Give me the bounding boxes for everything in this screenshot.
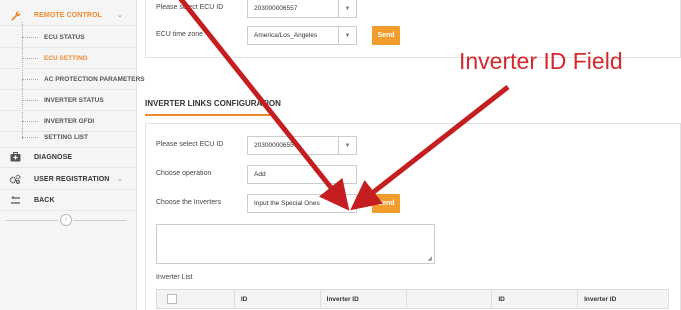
chevron-down-icon: ⌄ bbox=[117, 12, 123, 19]
time-zone-select[interactable]: America/Los_Angeles ▼ bbox=[247, 26, 357, 45]
select-ecu-label: Please select ECU ID bbox=[156, 4, 224, 11]
ecu-id-select[interactable]: 203000006557 ▼ bbox=[247, 136, 357, 155]
sidebar-item-label: INVERTER GFDI bbox=[44, 118, 95, 125]
time-zone-value: America/Los_Angeles bbox=[254, 32, 318, 39]
operation-label: Choose operation bbox=[156, 170, 212, 177]
annotation-label: Inverter ID Field bbox=[459, 48, 623, 74]
operation-value: Add bbox=[254, 171, 266, 178]
main-content: Please select ECU ID 203000006557 ▼ ECU … bbox=[137, 0, 681, 310]
sidebar-item-ecu-status[interactable]: ECU STATUS bbox=[0, 27, 136, 48]
sidebar-item-label: ECU STATUS bbox=[44, 34, 85, 41]
ecu-id-select[interactable]: 203000006557 ▼ bbox=[247, 0, 357, 18]
dropdown-arrow-icon: ▼ bbox=[338, 27, 356, 44]
ecu-id-value: 203000006557 bbox=[254, 142, 298, 149]
inverters-value: Input the Special Ones bbox=[254, 200, 320, 207]
send-button[interactable]: Send bbox=[372, 26, 400, 45]
inverter-id-textarea[interactable]: ◢ bbox=[156, 224, 435, 264]
collapse-sidebar-button[interactable]: ‹ bbox=[60, 214, 72, 226]
column-header-id: ID bbox=[233, 289, 321, 309]
sidebar-item-remote-control[interactable]: REMOTE CONTROL ⌄ bbox=[0, 5, 136, 26]
time-zone-label: ECU time zone bbox=[156, 31, 204, 38]
sidebar-item-inverter-status[interactable]: INVERTER STATUS bbox=[0, 90, 136, 111]
gears-icon bbox=[9, 173, 21, 185]
inverters-label: Choose the Inverters bbox=[156, 199, 221, 206]
dropdown-arrow-icon: ▼ bbox=[338, 0, 356, 17]
column-header-inverter-id-2: Inverter ID bbox=[577, 289, 669, 309]
inverter-links-panel: Please select ECU ID 203000006557 ▼ Choo… bbox=[145, 123, 681, 310]
inverter-list-table: ID Inverter ID ID Inverter ID bbox=[156, 289, 669, 309]
column-header-blank bbox=[405, 289, 493, 309]
select-ecu-label: Please select ECU ID bbox=[156, 141, 224, 148]
sidebar-item-label: USER REGISTRATION bbox=[34, 175, 110, 183]
medkit-icon bbox=[9, 151, 21, 163]
sidebar-item-label: SETTING LIST bbox=[44, 134, 89, 141]
send-button[interactable]: Send bbox=[372, 194, 400, 213]
section-title: INVERTER LINKS CONFIGURATION bbox=[145, 99, 281, 108]
column-header-inverter-id: Inverter ID bbox=[319, 289, 407, 309]
sidebar-item-label: ECU SETTING bbox=[44, 55, 88, 62]
resize-handle-icon[interactable]: ◢ bbox=[427, 255, 432, 262]
sidebar-item-label: REMOTE CONTROL bbox=[34, 11, 102, 19]
sidebar-item-label: AC PROTECTION PARAMETERS bbox=[44, 76, 145, 83]
back-icon bbox=[9, 194, 21, 206]
inverters-select[interactable]: Input the Special Ones bbox=[247, 194, 357, 213]
table-header-row: ID Inverter ID ID Inverter ID bbox=[156, 289, 669, 309]
operation-select[interactable]: Add bbox=[247, 165, 357, 184]
column-header-id-2: ID bbox=[491, 289, 579, 309]
chevron-down-icon: ⌄ bbox=[117, 176, 123, 183]
sidebar-item-label: INVERTER STATUS bbox=[44, 97, 104, 104]
sidebar-item-user-registration[interactable]: USER REGISTRATION ⌄ bbox=[0, 169, 136, 190]
sidebar-item-label: DIAGNOSE bbox=[34, 153, 73, 161]
select-all-checkbox[interactable] bbox=[167, 294, 177, 304]
section-title-underline bbox=[145, 114, 271, 116]
sidebar-collapse: ‹ bbox=[0, 211, 137, 231]
ecu-id-value: 203000006557 bbox=[254, 5, 298, 12]
sidebar-item-ac-protection-parameters[interactable]: AC PROTECTION PARAMETERS bbox=[0, 69, 145, 90]
sidebar-item-diagnose[interactable]: DIAGNOSE bbox=[0, 147, 136, 168]
select-all-header[interactable] bbox=[156, 289, 235, 309]
sidebar: REMOTE CONTROL ⌄ ECU STATUS ECU SETTING … bbox=[0, 0, 145, 310]
inverter-list-title: Inverter List bbox=[156, 274, 193, 281]
sidebar-item-ecu-setting[interactable]: ECU SETTING bbox=[0, 48, 136, 69]
sidebar-item-label: BACK bbox=[34, 196, 55, 204]
sidebar-item-back[interactable]: BACK bbox=[0, 190, 136, 211]
dropdown-arrow-icon: ▼ bbox=[338, 137, 356, 154]
sidebar-item-setting-list[interactable]: SETTING LIST bbox=[0, 127, 136, 148]
wrench-icon bbox=[9, 9, 21, 21]
